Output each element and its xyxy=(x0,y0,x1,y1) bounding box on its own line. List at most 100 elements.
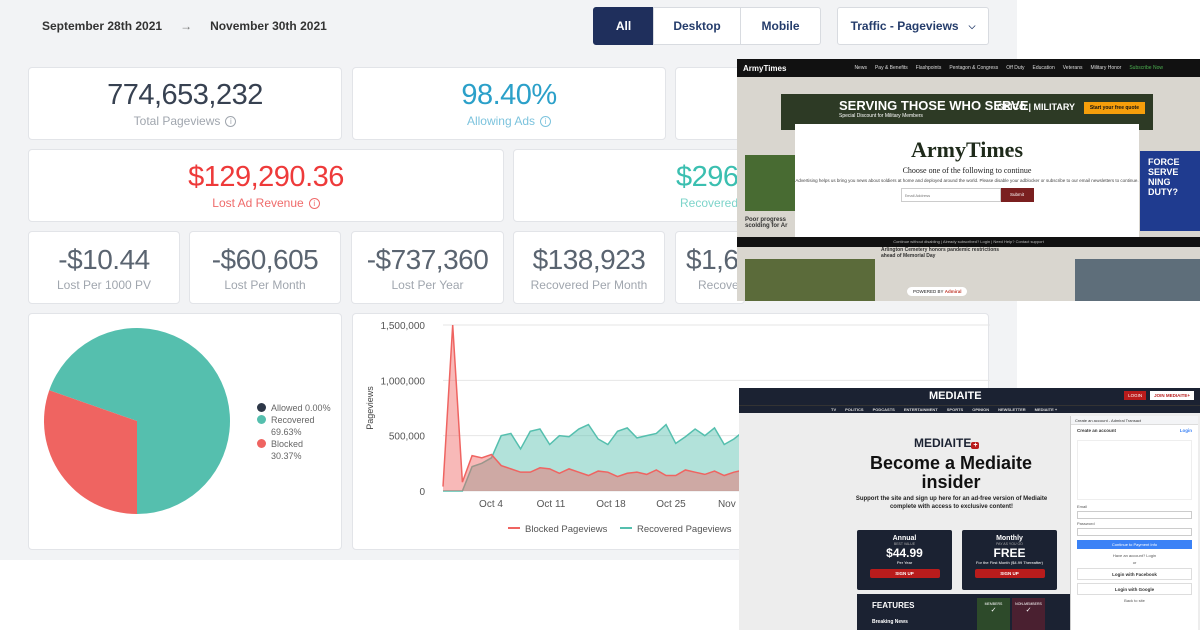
nav-item[interactable]: Off Duty xyxy=(1006,65,1024,71)
panel-login-link[interactable]: Login xyxy=(1180,428,1192,433)
nav-item[interactable]: Education xyxy=(1033,65,1055,71)
news-photo xyxy=(745,259,875,301)
mediaite-nav: TV POLITICS PODCASTS ENTERTAINMENT SPORT… xyxy=(739,405,1200,413)
legend-swatch xyxy=(257,415,266,424)
info-icon[interactable]: i xyxy=(225,116,237,127)
features-table: FEATURES Breaking News MEMBERS ✓ NON-MEMB… xyxy=(857,594,1077,630)
join-button[interactable]: JOIN MEDIAITE+ xyxy=(1150,391,1194,400)
chevron-down-icon: ⌵ xyxy=(968,20,976,31)
annual-signup-button[interactable]: SIGN UP xyxy=(869,569,940,578)
filter-desktop-button[interactable]: Desktop xyxy=(653,7,741,45)
army-times-logo[interactable]: ArmyTimes xyxy=(743,64,786,73)
filter-mobile-button[interactable]: Mobile xyxy=(740,7,821,45)
nav-item[interactable]: NEWSLETTER xyxy=(998,407,1026,412)
stat-value: $129,290.36 xyxy=(188,161,344,193)
legend-blocked: Blocked 30.37% xyxy=(257,438,331,462)
nav-item[interactable]: Flashpoints xyxy=(916,65,942,71)
headline-left[interactable]: Poor progress scolding for Ar xyxy=(745,217,795,229)
members-column: MEMBERS ✓ xyxy=(977,598,1010,630)
x-tick-label: Oct 25 xyxy=(656,499,686,510)
banner-cta[interactable]: Start your free quote xyxy=(1083,102,1145,114)
submit-button[interactable]: Submit xyxy=(1000,188,1034,202)
start-date[interactable]: September 28th 2021 xyxy=(42,19,162,33)
filter-all-button[interactable]: All xyxy=(593,7,654,45)
pie-legend: Allowed 0.00% Recovered 69.63% Blocked 30.… xyxy=(257,402,331,462)
nav-item[interactable]: Pentagon & Congress xyxy=(949,65,998,71)
modal-text: Advertising helps us bring you news abou… xyxy=(795,178,1139,183)
info-icon[interactable]: i xyxy=(308,198,320,209)
modal-subtitle: Choose one of the following to continue xyxy=(902,166,1032,175)
nav-item[interactable]: TV xyxy=(831,407,836,412)
headline-mid[interactable]: Arlington Cemetery honors pandemic restr… xyxy=(881,247,1001,259)
google-login-button[interactable]: Login with Google xyxy=(1077,583,1192,595)
mediaite-logo[interactable]: MEDIAITE xyxy=(929,390,982,402)
stat-hidden xyxy=(675,67,745,140)
features-heading: FEATURES xyxy=(872,601,915,610)
nav-item[interactable]: SPORTS xyxy=(947,407,963,412)
stat-lost-per-1000: -$10.44 Lost Per 1000 PV xyxy=(28,231,180,304)
stat-value: -$10.44 xyxy=(58,244,150,275)
info-icon[interactable]: i xyxy=(540,116,552,127)
side-promo[interactable]: FORCE SERVE NING DUTY? xyxy=(1140,151,1200,231)
monthly-signup-button[interactable]: SIGN UP xyxy=(974,569,1045,578)
plan-price: $44.99 xyxy=(886,546,923,560)
non-members-column: NON-MEMBERS ✓ xyxy=(1012,598,1045,630)
nav-item[interactable]: MEDIAITE + xyxy=(1035,407,1058,412)
mediaite-pitch: Support the site and sign up here for an… xyxy=(855,496,1048,510)
stat-value: 98.40% xyxy=(461,79,557,111)
x-tick-label: Oct 18 xyxy=(596,499,626,510)
stat-recovered: $296 Recovered xyxy=(513,149,745,222)
stat-allowing-ads: 98.40% Allowing Ads i xyxy=(352,67,666,140)
facebook-login-button[interactable]: Login with Facebook xyxy=(1077,568,1192,580)
x-tick-label: Oct 4 xyxy=(479,499,503,510)
adblock-wall-modal: ArmyTimes Choose one of the following to… xyxy=(795,124,1139,237)
nav-item[interactable]: POLITICS xyxy=(845,407,863,412)
y-tick-label: 1,000,000 xyxy=(381,376,426,387)
admiral-logo: Admiral xyxy=(944,289,962,294)
annual-plan-card: Annual BEST VALUE $44.99 Per Year SIGN U… xyxy=(857,530,952,590)
metric-select[interactable]: Traffic - Pageviews ⌵ xyxy=(837,7,989,45)
back-to-site-link[interactable]: Back to site xyxy=(1077,598,1192,603)
legend-label: Recovered Pageviews xyxy=(637,524,732,535)
stat-recovered-partial: $1,6 Recove xyxy=(675,231,745,304)
modal-logo: ArmyTimes xyxy=(910,137,1024,162)
stat-label: Total Pageviews xyxy=(133,114,221,128)
nav-item[interactable]: Subscribe Now xyxy=(1129,65,1163,71)
stat-lost-ad-revenue: $129,290.36 Lost Ad Revenue i xyxy=(28,149,504,222)
nav-item[interactable]: PODCASTS xyxy=(873,407,895,412)
legend-allowed: Allowed 0.00% xyxy=(257,402,331,414)
y-tick-label: 500,000 xyxy=(389,432,426,443)
monthly-plan-card: Monthly PAY AS YOU GO FREE For the First… xyxy=(962,530,1057,590)
nav-item[interactable]: OPINION xyxy=(972,407,989,412)
nav-item[interactable]: ENTERTAINMENT xyxy=(904,407,938,412)
continue-button[interactable]: Continue to Payment Info xyxy=(1077,540,1192,549)
y-tick-label: 1,500,000 xyxy=(381,321,426,332)
legend-label: Blocked xyxy=(271,439,304,449)
nav-item[interactable]: Pay & Benefits xyxy=(875,65,908,71)
have-account-text[interactable]: Have an account? Login xyxy=(1077,553,1192,558)
metric-select-label: Traffic - Pageviews xyxy=(850,19,959,33)
banner-brand: GEICO | MILITARY xyxy=(996,102,1075,112)
legend-recovered: Recovered 69.63% xyxy=(257,414,331,438)
legend-label: Blocked Pageviews xyxy=(525,524,608,535)
nav-item[interactable]: Veterans xyxy=(1063,65,1083,71)
date-range-picker[interactable]: September 28th 2021 → November 30th 2021 xyxy=(28,8,327,44)
email-input[interactable] xyxy=(900,188,1001,202)
plan-price: FREE xyxy=(993,546,1026,560)
plan-option-box[interactable] xyxy=(1077,440,1192,500)
password-field[interactable] xyxy=(1077,528,1192,536)
members-label: MEMBERS xyxy=(984,602,1003,606)
create-account-panel: Create an account - Admiral Transact Cre… xyxy=(1070,416,1198,630)
mediaite-headline: Become a Mediaite insider xyxy=(869,453,1033,492)
check-icon: ✓ xyxy=(990,607,997,614)
stat-lost-per-year: -$737,360 Lost Per Year xyxy=(351,231,504,304)
login-button[interactable]: LOGIN xyxy=(1124,391,1147,400)
nav-item[interactable]: Military Honor xyxy=(1091,65,1122,71)
email-field[interactable] xyxy=(1077,511,1192,519)
stat-value: -$737,360 xyxy=(366,244,489,275)
modal-footer-links[interactable]: Continue without disabling | Already sub… xyxy=(737,237,1200,247)
nav-item[interactable]: News xyxy=(854,65,867,71)
pie-chart-panel: Allowed 0.00% Recovered 69.63% Blocked 30.… xyxy=(28,313,342,550)
admiral-badge: POWERED BY Admiral xyxy=(907,287,968,296)
end-date[interactable]: November 30th 2021 xyxy=(210,19,327,33)
